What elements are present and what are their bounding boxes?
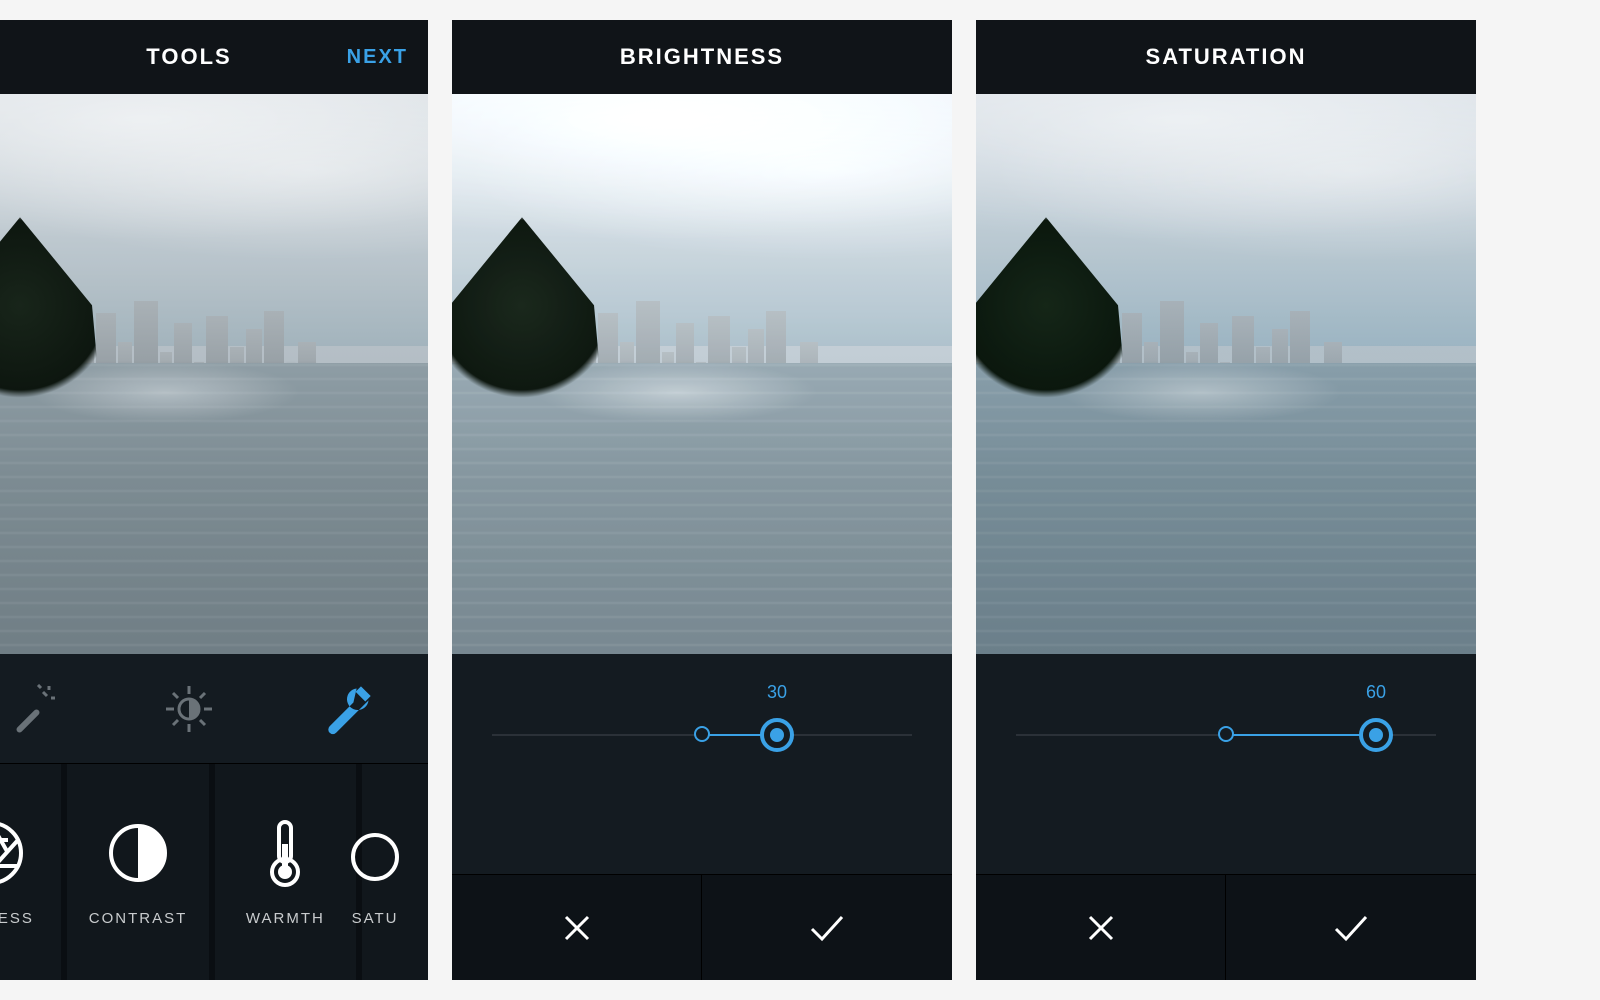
slider-knob[interactable] [1359,718,1393,752]
slider-center-marker [694,726,710,742]
tool-saturation[interactable]: SATU [362,764,428,980]
screen-saturation: SATURATION [976,20,1476,980]
mode-lux[interactable] [109,654,268,763]
slider-center-marker [1218,726,1234,742]
topbar: TOOLS NEXT [0,20,428,94]
check-icon [1332,911,1370,945]
screen-brightness: BRIGHTNESS [452,20,952,980]
tool-warmth[interactable]: WARMTH [215,764,356,980]
mode-tabs [0,654,428,764]
slider-value: 60 [1366,682,1386,703]
next-button[interactable]: NEXT [347,20,408,94]
tool-label: GHTNESS [0,910,34,927]
close-icon [560,911,594,945]
screen-tools: TOOLS NEXT [0,20,428,980]
screen-title: SATURATION [1146,44,1307,70]
topbar: SATURATION [976,20,1476,94]
slider-value: 30 [767,682,787,703]
mode-wand[interactable] [0,654,109,763]
mode-tools[interactable] [269,654,428,763]
photo-preview [452,94,952,654]
slider-knob[interactable] [760,718,794,752]
droplet-icon [340,818,410,888]
tool-strip[interactable]: GHTNESS CONTRAST [0,764,428,980]
tool-label: SATU [352,910,399,927]
wrench-icon [321,682,375,736]
slider-area: 60 [976,654,1476,874]
next-label: NEXT [347,46,408,69]
cancel-button[interactable] [976,875,1226,980]
tool-contrast[interactable]: CONTRAST [67,764,208,980]
photo-preview [976,94,1476,654]
confirm-bar [976,874,1476,980]
topbar: BRIGHTNESS [452,20,952,94]
tool-label: WARMTH [246,910,325,927]
tool-label: CONTRAST [89,910,188,927]
screen-title: TOOLS [146,44,231,70]
close-icon [1084,911,1118,945]
cancel-button[interactable] [452,875,702,980]
sun-contrast-icon [164,684,214,734]
thermometer-icon [250,818,320,888]
apply-button[interactable] [1226,875,1476,980]
tool-brightness[interactable]: GHTNESS [0,764,61,980]
contrast-icon [103,818,173,888]
aperture-icon [0,818,26,888]
wand-icon [5,684,55,734]
check-icon [808,911,846,945]
apply-button[interactable] [702,875,952,980]
back-button[interactable] [0,20,10,94]
confirm-bar [452,874,952,980]
screen-title: BRIGHTNESS [620,44,784,70]
slider-area: 30 [452,654,952,874]
photo-preview [0,94,428,654]
